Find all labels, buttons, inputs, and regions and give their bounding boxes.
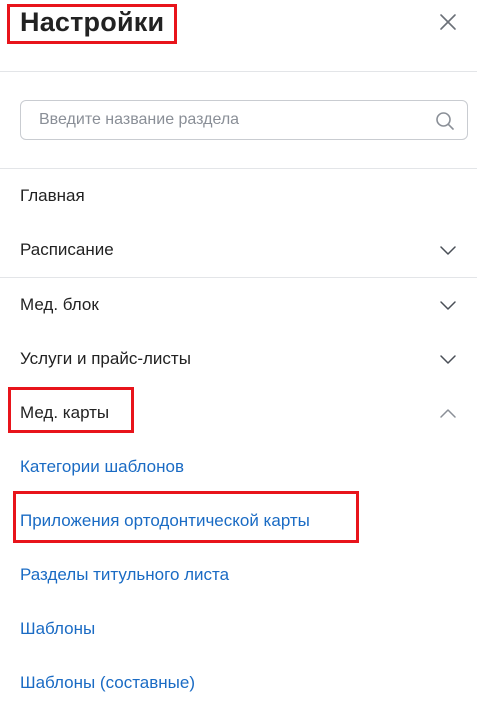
chevron-up-icon[interactable] [439, 405, 457, 421]
close-icon [440, 14, 456, 30]
submenu-item-label: Категории шаблонов [20, 457, 184, 476]
page-title: Настройки [20, 7, 165, 37]
submenu-item-ortho-card-attachments[interactable]: Приложения ортодонтической карты [0, 494, 477, 548]
search-icon[interactable] [435, 111, 455, 131]
menu-item-services-prices[interactable]: Услуги и прайс-листы [0, 332, 477, 386]
menu-item-label: Мед. блок [20, 295, 99, 314]
settings-header: Настройки [0, 0, 477, 72]
close-button[interactable] [438, 12, 458, 32]
submenu-item-template-categories[interactable]: Категории шаблонов [0, 440, 477, 494]
submenu-item-label: Шаблоны [20, 619, 96, 638]
search-input[interactable] [39, 101, 429, 139]
menu-item-label: Расписание [20, 240, 114, 259]
menu-item-label: Главная [20, 186, 85, 205]
menu-item-label: Мед. карты [20, 403, 110, 422]
submenu-item-templates[interactable]: Шаблоны [0, 602, 477, 656]
chevron-down-icon[interactable] [439, 242, 457, 258]
chevron-down-icon[interactable] [439, 297, 457, 313]
chevron-down-icon[interactable] [439, 351, 457, 367]
submenu-item-label: Приложения ортодонтической карты [20, 511, 310, 530]
submenu-item-label: Разделы титульного листа [20, 565, 230, 584]
submenu-item-label: Шаблоны (составные) [20, 673, 196, 692]
search-section [0, 72, 477, 169]
menu-item-med-block[interactable]: Мед. блок [0, 278, 477, 332]
search-box [20, 100, 468, 140]
submenu-item-composite-templates[interactable]: Шаблоны (составные) [0, 656, 477, 710]
menu-item-main[interactable]: Главная [0, 169, 477, 223]
menu-item-med-cards[interactable]: Мед. карты [0, 386, 477, 440]
menu-item-label: Услуги и прайс-листы [20, 349, 191, 368]
submenu-item-title-page-sections[interactable]: Разделы титульного листа [0, 548, 477, 602]
menu-item-schedule[interactable]: Расписание [0, 223, 477, 277]
